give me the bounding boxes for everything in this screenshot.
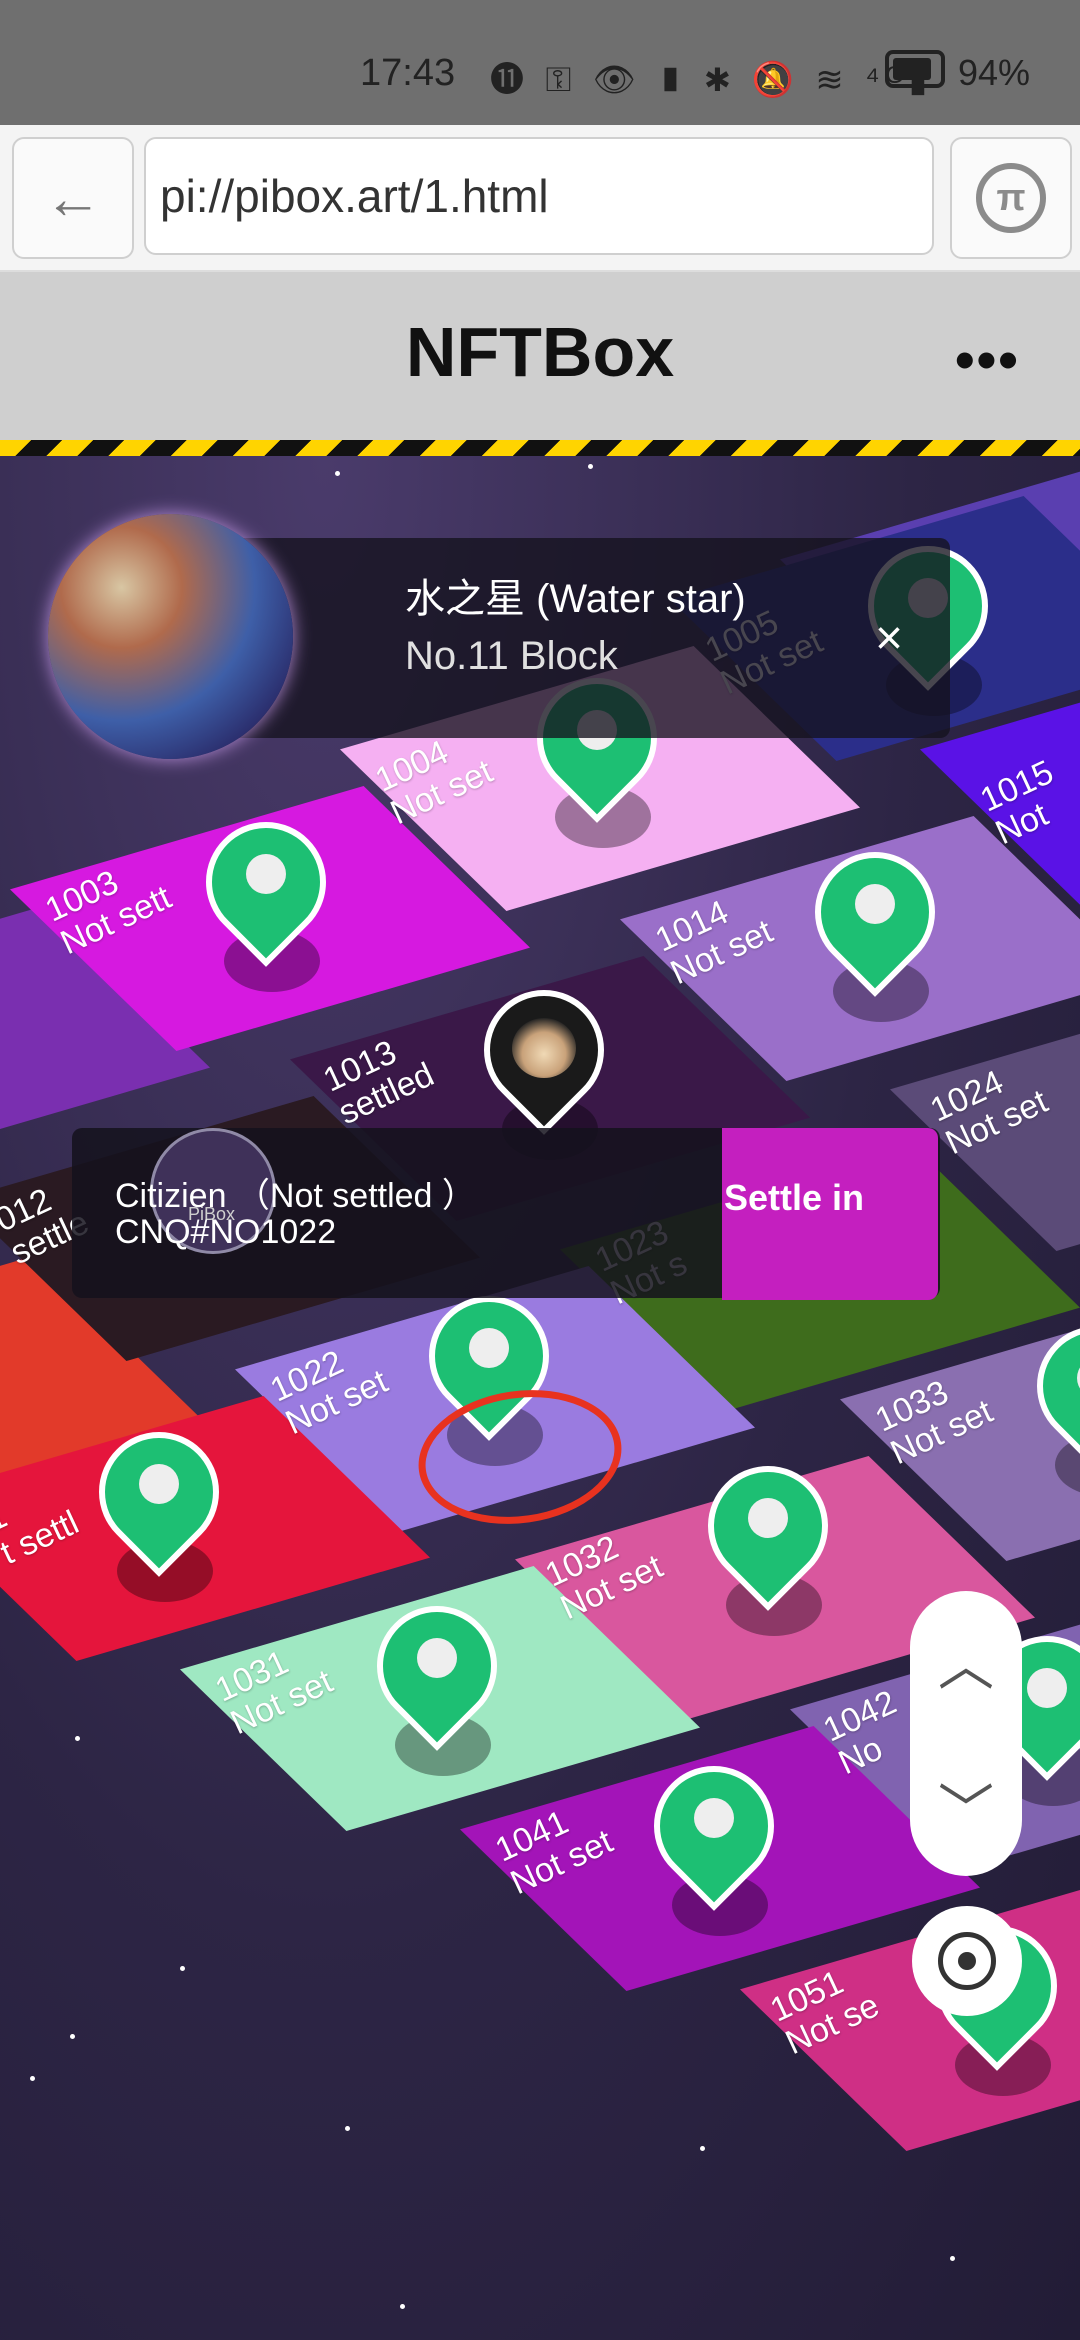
chevron-down-icon[interactable]: ﹀ (910, 1766, 1022, 1847)
close-icon[interactable]: × (875, 611, 903, 666)
location-pin[interactable] (683, 1441, 853, 1636)
clock: 17:43 (360, 52, 456, 94)
pi-browser-button[interactable]: π (950, 137, 1072, 259)
page-title: NFTBox (405, 313, 675, 391)
star (75, 1736, 80, 1741)
chevron-up-icon[interactable]: ︿ (910, 1621, 1022, 1702)
planet-name: 水之星 (Water star) (405, 577, 746, 621)
star (950, 2256, 955, 2261)
planet-block: No.11 Block (405, 634, 618, 678)
battery-percent: 94% (958, 52, 1031, 93)
location-pin[interactable] (181, 797, 351, 992)
star (588, 464, 593, 469)
status-bar: 17:43 ⓫ ⚿ 👁 ▮ ✱ 🔕 ≋ ⁴ᴳ▮ 94% (0, 0, 1080, 125)
pi-logo-icon: π (976, 163, 1046, 233)
location-pin[interactable] (790, 827, 960, 1022)
battery-icon (885, 50, 945, 88)
star (30, 2076, 35, 2081)
zoom-control: ︿ ﹀ (910, 1591, 1022, 1876)
location-pin[interactable] (629, 1741, 799, 1936)
star (400, 2304, 405, 2309)
location-pin[interactable] (352, 1581, 522, 1776)
citizen-status: Citizien （Not settled ） (115, 1177, 476, 1215)
hazard-stripe (0, 440, 1080, 456)
star (700, 2146, 705, 2151)
citizen-code: CNQ#NO1022 (115, 1213, 337, 1251)
back-button[interactable]: ← (12, 137, 134, 259)
settle-in-button[interactable]: Settle in (722, 1128, 938, 1300)
settled-avatar-pin[interactable] (459, 965, 629, 1160)
star (345, 2126, 350, 2131)
browser-toolbar: ← pi://pibox.art/1.html π (0, 125, 1080, 272)
star (180, 1966, 185, 1971)
star (70, 2034, 75, 2039)
locate-button[interactable] (912, 1906, 1022, 2016)
citizen-info: Citizien （Not settled ） CNQ#NO1022 (115, 1178, 476, 1250)
block-map[interactable]: 1005Not set 1004Not set 1015Not 1003Not … (0, 456, 1080, 2340)
location-pin[interactable] (1012, 1301, 1080, 1496)
star (335, 471, 340, 476)
app-header: NFTBox ••• (0, 272, 1080, 440)
back-arrow-icon: ← (44, 165, 102, 231)
status-icons: ⓫ ⚿ 👁 ▮ ✱ 🔕 ≋ ⁴ᴳ▮ (490, 61, 934, 99)
more-menu-button[interactable]: ••• (955, 327, 1020, 392)
url-field[interactable]: pi://pibox.art/1.html (144, 137, 934, 255)
planet-image (48, 514, 293, 759)
location-pin[interactable] (74, 1407, 244, 1602)
